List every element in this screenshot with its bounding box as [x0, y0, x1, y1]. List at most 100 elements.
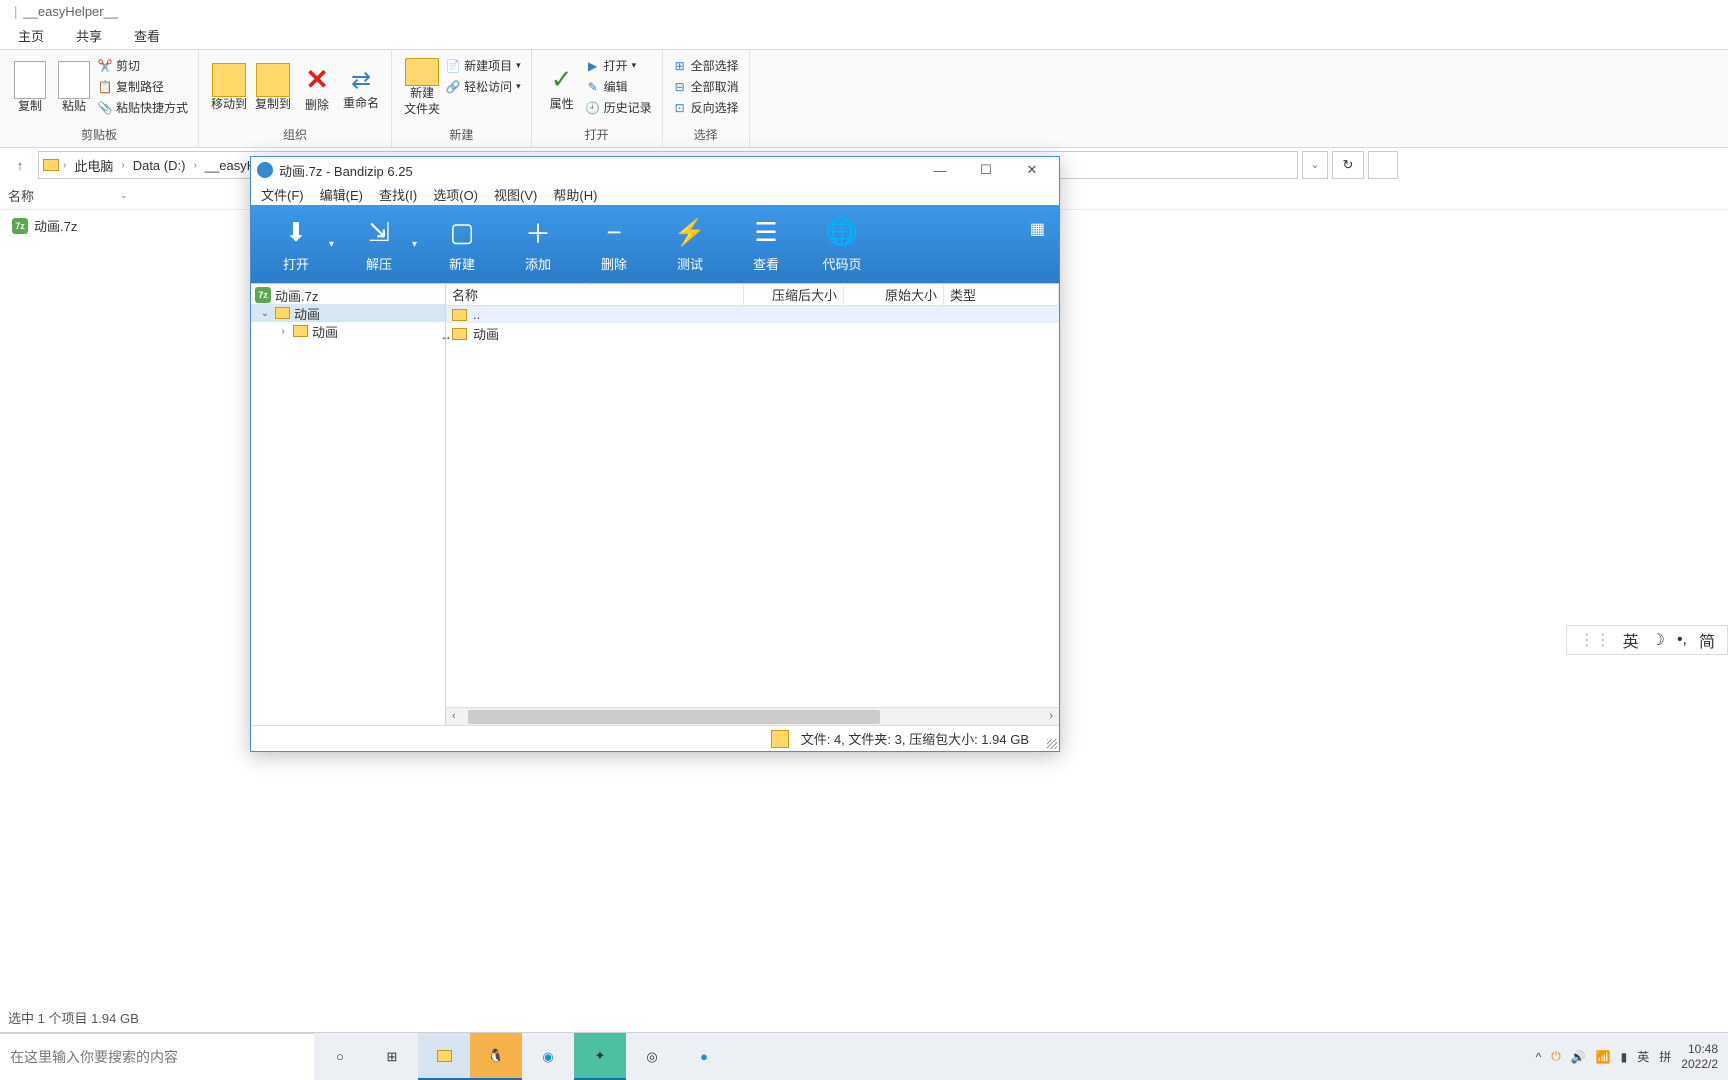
- cut-button[interactable]: ✂️剪切: [96, 56, 190, 75]
- tray-wifi-icon[interactable]: 📶: [1596, 1050, 1611, 1064]
- tb-view[interactable]: ☰查看: [731, 216, 801, 273]
- system-tray: ^ ⏻ 🔊 📶 ▮ 英 拼 10:48 2022/2: [1526, 1033, 1728, 1080]
- copy-path-button[interactable]: 📋复制路径: [96, 77, 190, 96]
- new-item-button[interactable]: 📄新建项目 ▾: [444, 56, 523, 75]
- copy-to-button[interactable]: 复制到: [251, 52, 295, 124]
- menu-options[interactable]: 选项(O): [433, 185, 478, 204]
- easy-access-button[interactable]: 🔗轻松访问 ▾: [444, 77, 523, 96]
- bandizip-titlebar[interactable]: 动画.7z - Bandizip 6.25 — ☐ ✕: [251, 157, 1059, 183]
- chevron-right-icon[interactable]: ›: [277, 326, 289, 337]
- bandizip-columns: 名称 ˆ 压缩后大小 原始大小 类型: [446, 284, 1059, 306]
- paste-button[interactable]: 粘贴: [52, 52, 96, 124]
- open-button[interactable]: ▶打开 ▾: [584, 56, 654, 75]
- invert-selection-button[interactable]: ⊡反向选择: [671, 98, 741, 117]
- tab-share[interactable]: 共享: [60, 22, 118, 49]
- tab-home[interactable]: 主页: [2, 22, 60, 49]
- menu-help[interactable]: 帮助(H): [553, 185, 597, 204]
- bandizip-list: .. 动画: [446, 306, 1059, 707]
- folder-icon: [293, 325, 308, 337]
- taskbar-explorer[interactable]: [418, 1033, 470, 1080]
- taskbar-app-qq[interactable]: 🐧: [470, 1033, 522, 1080]
- explorer-tabs: 主页 共享 查看: [0, 22, 1728, 50]
- taskbar-edge[interactable]: ◉: [522, 1033, 574, 1080]
- tree-item[interactable]: › 动画: [251, 322, 445, 340]
- breadcrumb-segment[interactable]: Data (D:): [129, 158, 190, 173]
- tray-power-icon[interactable]: ⏻: [1551, 1049, 1561, 1064]
- up-button[interactable]: ↑: [6, 158, 34, 173]
- menu-file[interactable]: 文件(F): [261, 185, 304, 204]
- explorer-search[interactable]: [1368, 151, 1398, 179]
- tree-item[interactable]: ⌄ 动画: [251, 304, 445, 322]
- menu-find[interactable]: 查找(I): [379, 185, 417, 204]
- ime-bar[interactable]: ⋮⋮ 英 ☽ •, 简: [1566, 625, 1728, 655]
- status-text: 文件: 4, 文件夹: 3, 压缩包大小: 1.94 GB: [801, 729, 1029, 748]
- horizontal-scrollbar[interactable]: ‹ ›: [446, 707, 1059, 725]
- tray-battery-icon[interactable]: ▮: [1621, 1050, 1628, 1064]
- maximize-button[interactable]: ☐: [965, 158, 1007, 182]
- cortana-button[interactable]: ○: [314, 1033, 366, 1080]
- edit-button[interactable]: ✎编辑: [584, 77, 654, 96]
- tb-add[interactable]: ＋添加: [503, 216, 573, 273]
- resize-grip[interactable]: [1047, 739, 1057, 749]
- ime-lang[interactable]: 英: [1623, 628, 1639, 652]
- tb-open-drop[interactable]: ▾: [329, 239, 334, 250]
- folder-icon: [43, 159, 59, 171]
- taskbar-app-blue[interactable]: ●: [678, 1033, 730, 1080]
- col-orig[interactable]: 原始大小: [844, 284, 944, 305]
- ime-mode[interactable]: 简: [1699, 628, 1715, 652]
- folder-icon: [452, 328, 467, 340]
- column-name[interactable]: 名称: [8, 186, 118, 205]
- taskbar-app-green[interactable]: ✦: [574, 1033, 626, 1080]
- chevron-down-icon[interactable]: ⌄: [259, 308, 271, 319]
- file-name: 动画.7z: [34, 216, 77, 235]
- tb-extract-drop[interactable]: ▾: [412, 239, 417, 250]
- col-packed[interactable]: 压缩后大小: [744, 284, 844, 305]
- menu-edit[interactable]: 编辑(E): [320, 185, 363, 204]
- tb-qr-icon[interactable]: ▦: [1030, 219, 1045, 239]
- archive-status-icon: [771, 730, 789, 748]
- tb-open[interactable]: ⬇打开: [261, 216, 331, 273]
- history-button[interactable]: 🕘历史记录: [584, 98, 654, 117]
- moon-icon[interactable]: ☽: [1651, 630, 1665, 650]
- minimize-button[interactable]: —: [919, 158, 961, 182]
- taskbar-search[interactable]: 在这里输入你要搜索的内容: [0, 1033, 314, 1080]
- list-row[interactable]: 动画: [446, 323, 1059, 344]
- menu-view[interactable]: 视图(V): [494, 185, 537, 204]
- tb-extract[interactable]: ⇲解压: [344, 216, 414, 273]
- properties-button[interactable]: ✓属性: [540, 52, 584, 124]
- tb-codepage[interactable]: 🌐代码页: [807, 216, 877, 273]
- paste-shortcut-button[interactable]: 📎粘贴快捷方式: [96, 98, 190, 117]
- taskbar-obs[interactable]: ◎: [626, 1033, 678, 1080]
- explorer-title-text: __easyHelper__: [23, 4, 118, 19]
- select-none-button[interactable]: ⊟全部取消: [671, 77, 741, 96]
- ime-punct[interactable]: •,: [1677, 631, 1687, 649]
- tray-lang2[interactable]: 拼: [1659, 1048, 1671, 1065]
- tree-root[interactable]: 7z 动画.7z: [251, 286, 445, 304]
- tab-view[interactable]: 查看: [118, 22, 176, 49]
- move-to-button[interactable]: 移动到: [207, 52, 251, 124]
- explorer-title: | __easyHelper__: [0, 0, 1728, 22]
- new-folder-button[interactable]: 新建 文件夹: [400, 52, 444, 124]
- address-dropdown[interactable]: ⌄: [1302, 151, 1328, 179]
- refresh-button[interactable]: ↻: [1332, 151, 1364, 179]
- delete-button[interactable]: ✕删除: [295, 52, 339, 124]
- list-row-up[interactable]: ..: [446, 306, 1059, 323]
- bandizip-window: 动画.7z - Bandizip 6.25 — ☐ ✕ 文件(F) 编辑(E) …: [250, 156, 1060, 752]
- tb-test[interactable]: ⚡测试: [655, 216, 725, 273]
- task-view-button[interactable]: ⊞: [366, 1033, 418, 1080]
- tray-chevron-up[interactable]: ^: [1536, 1050, 1542, 1064]
- tb-delete[interactable]: −删除: [579, 216, 649, 273]
- col-name[interactable]: 名称: [446, 284, 744, 305]
- copy-button[interactable]: 复制: [8, 52, 52, 124]
- col-type[interactable]: 类型: [944, 284, 1059, 305]
- rename-button[interactable]: ⇄重命名: [339, 52, 383, 124]
- scrollbar-thumb[interactable]: [468, 710, 880, 724]
- tray-volume-icon[interactable]: 🔊: [1571, 1050, 1586, 1064]
- tb-new[interactable]: ▢新建: [427, 216, 497, 273]
- tray-lang1[interactable]: 英: [1637, 1048, 1649, 1065]
- tray-clock[interactable]: 10:48 2022/2: [1681, 1042, 1718, 1071]
- archive-icon: 7z: [12, 218, 28, 234]
- close-button[interactable]: ✕: [1011, 158, 1053, 182]
- select-all-button[interactable]: ⊞全部选择: [671, 56, 741, 75]
- breadcrumb-segment[interactable]: 此电脑: [70, 156, 117, 175]
